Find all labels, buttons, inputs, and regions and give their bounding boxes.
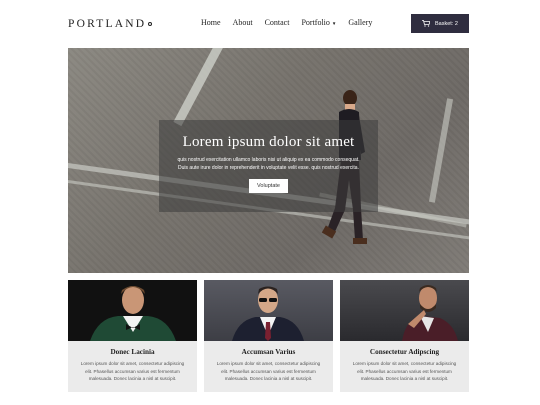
card-text: Lorem ipsum dolor sit amet, consectetur …	[216, 361, 321, 381]
caret-down-icon: ▼	[331, 20, 337, 26]
card-title: Accumsan Varius	[241, 348, 296, 356]
cart-icon	[422, 20, 430, 27]
nav-portfolio[interactable]: Portfolio ▼	[301, 18, 336, 27]
man-green-suit-image	[90, 286, 176, 341]
logo-mark-icon	[148, 22, 153, 27]
nav-gallery[interactable]: Gallery	[348, 18, 372, 27]
card-photo	[68, 280, 197, 341]
man-burgundy-suit-image	[402, 285, 458, 341]
site-logo[interactable]: PORTLAND	[68, 18, 153, 30]
feature-card[interactable]: Donec Lacinia Lorem ipsum dolor sit amet…	[68, 280, 197, 392]
basket-label: Basket: 2	[435, 20, 458, 27]
card-photo	[204, 280, 333, 341]
feature-card[interactable]: Consectetur Adipscing Lorem ipsum dolor …	[340, 280, 469, 392]
nav-portfolio-label: Portfolio	[301, 18, 330, 27]
basket-button[interactable]: Basket: 2	[411, 14, 469, 33]
hero-text: quis nostrud exercitation ullamco labori…	[177, 157, 360, 171]
hero-button[interactable]: Voluptate	[249, 179, 288, 193]
hero-caption: Lorem ipsum dolor sit amet quis nostrud …	[159, 120, 378, 212]
main-nav: Home About Contact Portfolio ▼ Gallery	[201, 18, 372, 27]
hero-title: Lorem ipsum dolor sit amet	[182, 134, 355, 150]
nav-about[interactable]: About	[233, 18, 253, 27]
man-sunglasses-image	[232, 286, 304, 341]
card-title: Consectetur Adipscing	[369, 348, 440, 356]
feature-card[interactable]: Accumsan Varius Lorem ipsum dolor sit am…	[204, 280, 333, 392]
site-logo-text: PORTLAND	[68, 18, 147, 30]
card-title: Donec Lacinia	[110, 348, 155, 356]
card-text: Lorem ipsum dolor sit amet, consectetur …	[80, 361, 185, 381]
hero-banner: Lorem ipsum dolor sit amet quis nostrud …	[68, 48, 469, 273]
nav-home[interactable]: Home	[201, 18, 221, 27]
card-photo	[340, 280, 469, 341]
nav-contact[interactable]: Contact	[265, 18, 290, 27]
card-text: Lorem ipsum dolor sit amet, consectetur …	[352, 361, 457, 381]
